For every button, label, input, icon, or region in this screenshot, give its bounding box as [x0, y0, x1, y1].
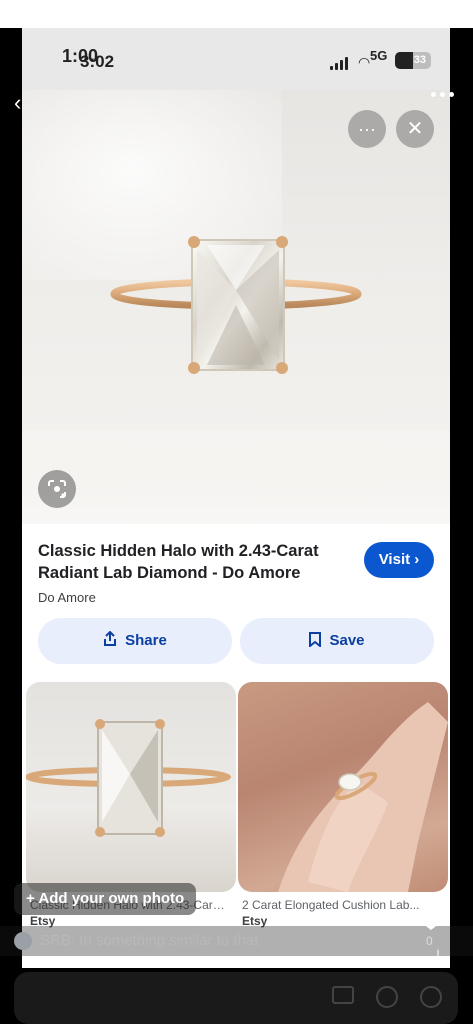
heart-icon[interactable] — [418, 907, 444, 932]
visit-button[interactable]: Visit › — [364, 542, 434, 578]
google-lens-icon[interactable] — [38, 470, 76, 508]
save-label: Save — [329, 632, 365, 649]
chevron-left-icon[interactable]: ‹ — [14, 90, 32, 115]
download-icon[interactable]: ⤓ — [434, 946, 442, 967]
signal-icon — [330, 56, 354, 70]
share-icon — [103, 620, 117, 666]
wifi-icon: ◠ — [358, 54, 371, 70]
related-caption-2[interactable]: 2 Carat Elongated Cushion Lab... — [242, 898, 442, 912]
avatar — [14, 932, 32, 950]
story-frame: 1:00 3:02 ◠ 5G 33 ··· ✕ Classic Hidden H… — [0, 0, 473, 1024]
more-horizontal-icon[interactable] — [430, 86, 456, 102]
add-photo-button[interactable]: + Add your own photo — [14, 883, 197, 915]
more-options-button[interactable]: ··· — [348, 110, 386, 148]
visit-label: Visit — [378, 551, 411, 568]
save-button[interactable]: Save — [240, 618, 434, 664]
hero-image[interactable]: ··· ✕ — [22, 90, 450, 524]
gallery-icon[interactable] — [332, 986, 354, 1004]
battery-fill — [395, 52, 413, 69]
ring-illustration — [110, 236, 362, 374]
chevron-right-icon: › — [414, 551, 420, 568]
reply-message: SRB: In something similar to that — [40, 932, 259, 949]
bookmark-icon — [309, 620, 322, 666]
result-title[interactable]: Classic Hidden Halo with 2.43-Carat Radi… — [38, 540, 338, 584]
frame-top-strip — [0, 0, 473, 28]
network-label: 5G — [370, 48, 388, 63]
status-bar: 1:00 3:02 ◠ 5G 33 — [22, 28, 450, 90]
related-image-1[interactable] — [26, 682, 236, 892]
sticker-icon[interactable] — [420, 986, 442, 1008]
ring-thumbnail — [26, 719, 231, 837]
status-time-overlay: 3:02 — [80, 52, 115, 71]
screenshot-screen: 1:00 3:02 ◠ 5G 33 ··· ✕ Classic Hidden H… — [22, 28, 450, 968]
hand-thumbnail — [278, 702, 448, 892]
battery-icon: 33 — [395, 52, 431, 69]
close-button[interactable]: ✕ — [396, 110, 434, 148]
camera-icon[interactable] — [376, 986, 398, 1008]
like-count: 0 — [426, 934, 433, 948]
battery-level: 33 — [413, 54, 426, 66]
related-image-2[interactable] — [238, 682, 448, 892]
share-label: Share — [125, 632, 167, 649]
share-button[interactable]: Share — [38, 618, 232, 664]
result-source: Do Amore — [38, 590, 96, 605]
